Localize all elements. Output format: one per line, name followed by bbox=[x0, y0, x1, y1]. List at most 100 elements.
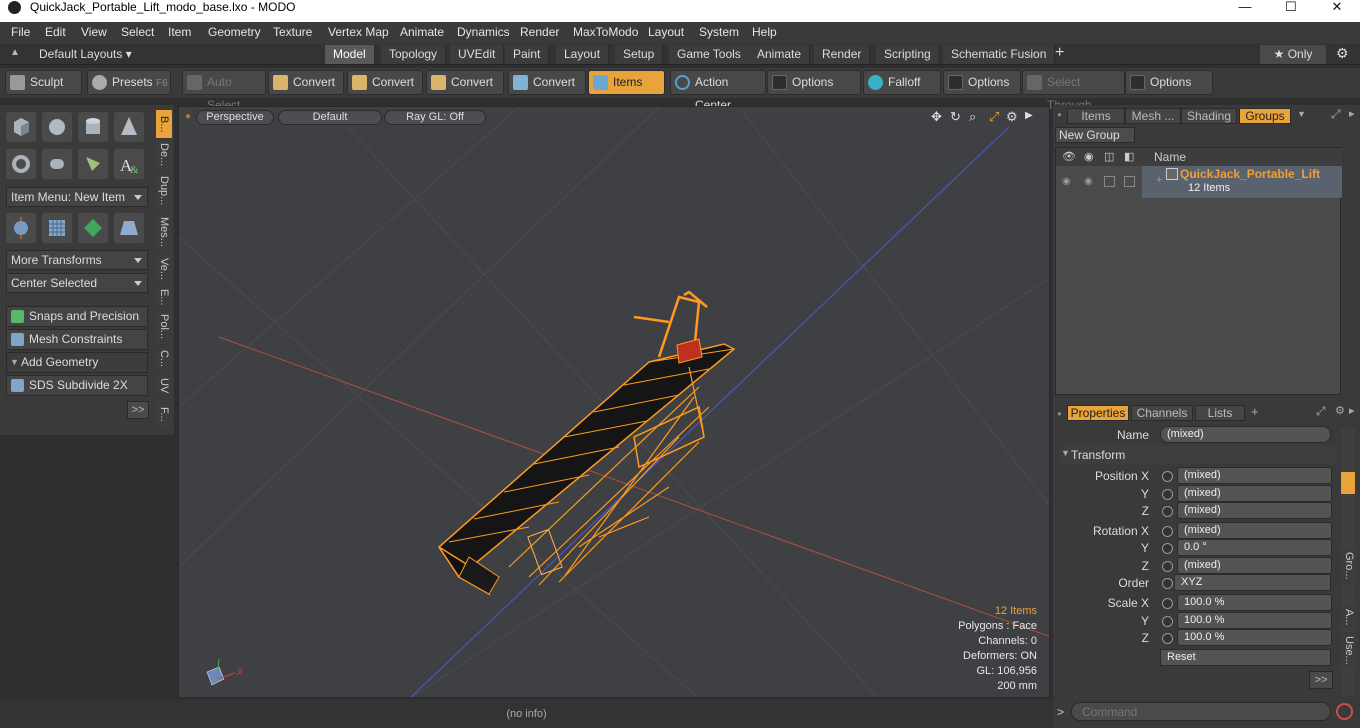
record-icon[interactable] bbox=[1336, 703, 1353, 720]
presets-button[interactable]: Presets F6 bbox=[87, 70, 171, 95]
view-settings-gear-icon[interactable]: ⚙ bbox=[1006, 109, 1018, 125]
fit-view-icon[interactable]: ⤢ bbox=[989, 109, 999, 125]
properties-expand-icon[interactable]: ⤢ bbox=[1316, 404, 1326, 419]
properties-arrow-icon[interactable]: ▸ bbox=[1349, 404, 1355, 417]
menu-help[interactable]: Help bbox=[752, 25, 777, 39]
expand-toolbox-button[interactable]: >> bbox=[127, 401, 149, 419]
order-dropdown[interactable]: XYZ bbox=[1174, 574, 1331, 591]
position-x-field[interactable]: (mixed) bbox=[1177, 467, 1332, 484]
cube-icon[interactable] bbox=[6, 112, 36, 142]
panel-options-icon[interactable]: ▸ bbox=[1349, 107, 1355, 120]
add-geometry-section[interactable]: ▼ Add Geometry bbox=[6, 352, 148, 373]
tab-model[interactable]: Model bbox=[325, 45, 375, 64]
shading-default-button[interactable]: Default bbox=[278, 110, 382, 125]
tabs-dropdown-icon[interactable]: ▼ bbox=[1297, 109, 1306, 119]
tab-channels[interactable]: Channels bbox=[1131, 405, 1193, 421]
menu-view[interactable]: View bbox=[81, 25, 107, 39]
rotate-view-icon[interactable]: ↻ bbox=[950, 109, 961, 125]
position-z-radio[interactable] bbox=[1162, 506, 1173, 517]
locator-icon[interactable] bbox=[6, 213, 36, 243]
auto-select-button[interactable]: Auto Select bbox=[182, 70, 266, 112]
menu-item[interactable]: Item bbox=[168, 25, 191, 39]
tab-layout[interactable]: Layout bbox=[556, 45, 610, 64]
convert-button-2[interactable]: Convert bbox=[347, 70, 423, 95]
name-field[interactable]: (mixed) bbox=[1160, 426, 1331, 443]
scale-z-radio[interactable] bbox=[1162, 633, 1173, 644]
raygl-button[interactable]: Ray GL: Off bbox=[384, 110, 486, 125]
scale-z-field[interactable]: 100.0 % bbox=[1177, 629, 1332, 646]
menu-layout[interactable]: Layout bbox=[648, 25, 684, 39]
rotation-z-radio[interactable] bbox=[1162, 561, 1173, 572]
snaps-precision-button[interactable]: Snaps and Precision bbox=[6, 306, 148, 327]
items-mode-button[interactable]: Items bbox=[588, 70, 665, 95]
menu-edit[interactable]: Edit bbox=[45, 25, 66, 39]
properties-expand-button[interactable]: >> bbox=[1309, 671, 1333, 689]
new-group-button[interactable]: New Group bbox=[1055, 127, 1135, 143]
tab-schematic-fusion[interactable]: Schematic Fusion bbox=[943, 45, 1056, 64]
side-tab-user[interactable]: Use... bbox=[1341, 632, 1357, 668]
rotation-y-field[interactable]: 0.0 ° bbox=[1177, 539, 1332, 556]
row-lock-checkbox[interactable] bbox=[1104, 176, 1115, 187]
tab-paint[interactable]: Paint bbox=[505, 45, 550, 64]
cone-icon[interactable] bbox=[114, 112, 144, 142]
tab-groups[interactable]: Groups bbox=[1239, 108, 1291, 124]
expand-plus-icon[interactable]: + bbox=[1156, 174, 1162, 186]
vtab-uv[interactable]: UV bbox=[156, 374, 172, 398]
center-selected-dropdown[interactable]: Center Selected bbox=[6, 273, 148, 293]
view-expand-arrow-icon[interactable]: ▶ bbox=[1025, 110, 1033, 121]
transform-section[interactable]: ▼ Transform bbox=[1059, 446, 1335, 464]
side-tab-active[interactable] bbox=[1341, 472, 1355, 494]
uv-icon[interactable] bbox=[78, 213, 108, 243]
torus-icon[interactable] bbox=[6, 149, 36, 179]
menu-maxtomodo[interactable]: MaxToModo bbox=[573, 25, 638, 39]
scale-x-radio[interactable] bbox=[1162, 598, 1173, 609]
name-column-header[interactable]: Name bbox=[1154, 150, 1186, 164]
lock-icon[interactable]: ◫ bbox=[1104, 150, 1114, 163]
cylinder-icon[interactable] bbox=[78, 112, 108, 142]
falloff-options-button[interactable]: Options bbox=[943, 70, 1021, 95]
vtab-edge[interactable]: E... bbox=[156, 286, 172, 308]
tab-lists[interactable]: Lists bbox=[1195, 405, 1245, 421]
add-layout-button[interactable]: + bbox=[1055, 44, 1064, 62]
gear-icon[interactable]: ⚙ bbox=[1336, 45, 1349, 62]
position-y-radio[interactable] bbox=[1162, 489, 1173, 500]
tab-items[interactable]: Items bbox=[1067, 108, 1125, 124]
more-transforms-dropdown[interactable]: More Transforms bbox=[6, 250, 148, 270]
select-through-button[interactable]: Select Through bbox=[1022, 70, 1125, 112]
falloff-button[interactable]: Falloff bbox=[863, 70, 941, 95]
command-input[interactable] bbox=[1071, 702, 1331, 721]
menu-geometry[interactable]: Geometry bbox=[208, 25, 261, 39]
minimize-button[interactable]: — bbox=[1222, 0, 1268, 16]
menu-dynamics[interactable]: Dynamics bbox=[457, 25, 510, 39]
tab-game-tools[interactable]: Game Tools bbox=[669, 45, 750, 64]
default-layouts-dropdown[interactable]: Default Layouts ▾ bbox=[39, 47, 132, 61]
add-tab-button[interactable]: + bbox=[1251, 404, 1259, 419]
grid-icon[interactable] bbox=[42, 213, 72, 243]
tab-mesh[interactable]: Mesh ... bbox=[1125, 108, 1181, 124]
render-icon[interactable]: ◉ bbox=[1084, 150, 1094, 163]
scale-y-radio[interactable] bbox=[1162, 616, 1173, 627]
viewport-menu-icon[interactable]: ● bbox=[185, 111, 191, 122]
vtab-curve[interactable]: C... bbox=[156, 346, 172, 372]
tab-properties[interactable]: Properties bbox=[1067, 405, 1129, 421]
convert-button-4[interactable]: Convert bbox=[508, 70, 586, 95]
scale-y-field[interactable]: 100.0 % bbox=[1177, 612, 1332, 629]
visibility-eye-icon[interactable]: 👁 bbox=[1062, 150, 1076, 163]
tab-setup[interactable]: Setup bbox=[615, 45, 664, 64]
menu-file[interactable]: File bbox=[11, 25, 30, 39]
side-tab-groups[interactable]: Gro... bbox=[1341, 548, 1357, 584]
tab-scripting[interactable]: Scripting bbox=[876, 45, 940, 64]
vtab-duplicate[interactable]: Dup... bbox=[156, 172, 172, 210]
move-view-icon[interactable]: ✥ bbox=[931, 109, 942, 125]
tab-topology[interactable]: Topology bbox=[381, 45, 447, 64]
vtab-vertex[interactable]: Ve... bbox=[156, 254, 172, 284]
sphere-icon[interactable] bbox=[42, 112, 72, 142]
menu-animate[interactable]: Animate bbox=[400, 25, 444, 39]
action-center-options-button[interactable]: Options bbox=[767, 70, 861, 95]
item-menu-dropdown[interactable]: Item Menu: New Item bbox=[6, 187, 148, 207]
convert-button-1[interactable]: Convert bbox=[268, 70, 344, 95]
vtab-polygon[interactable]: Pol... bbox=[156, 310, 172, 344]
pen-tool-icon[interactable] bbox=[78, 149, 108, 179]
plane-icon[interactable] bbox=[114, 213, 144, 243]
tab-animate[interactable]: Animate bbox=[749, 45, 811, 64]
